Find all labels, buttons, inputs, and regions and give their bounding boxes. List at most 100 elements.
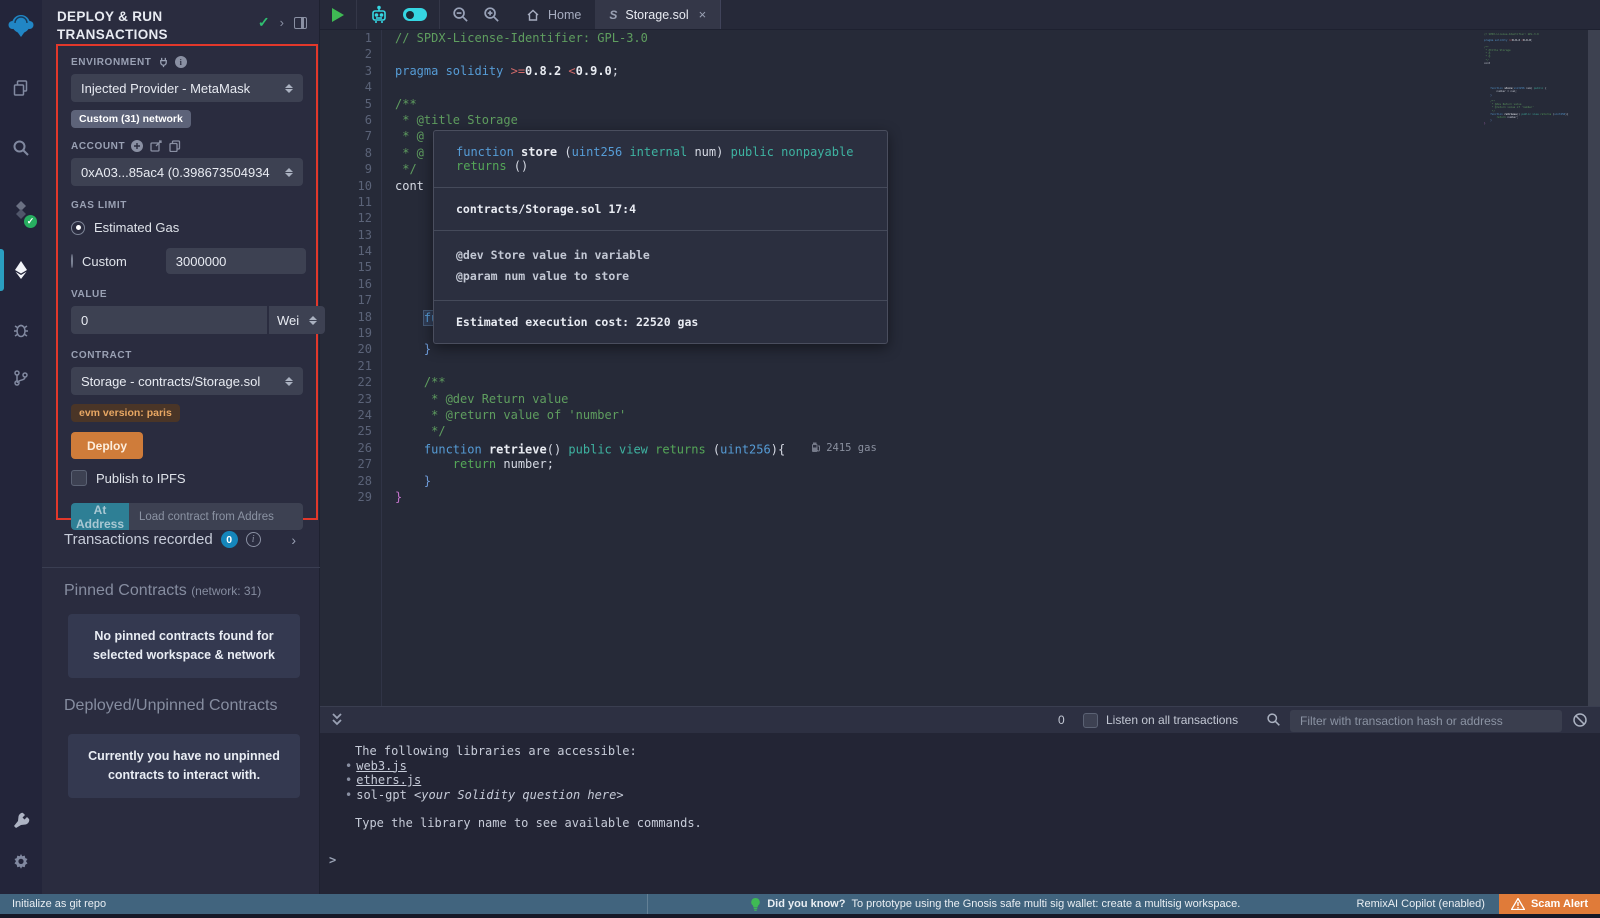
- chevron-updown-icon: [285, 377, 293, 386]
- code-token: ){: [771, 442, 785, 456]
- git-icon[interactable]: [0, 358, 42, 398]
- plugin-manager-icon[interactable]: [0, 800, 42, 840]
- deploy-button[interactable]: Deploy: [71, 432, 143, 459]
- code-line[interactable]: 3pragma solidity >=0.8.2 <0.9.0;: [395, 63, 1586, 79]
- code-line[interactable]: 21: [395, 358, 1586, 374]
- function-hover-tooltip: function store (uint256 internal num) pu…: [433, 130, 888, 344]
- line-number: 25: [320, 423, 372, 439]
- solidity-compiler-icon[interactable]: ✓: [0, 190, 42, 230]
- ai-copilot-toggle[interactable]: [403, 8, 427, 21]
- custom-gas-input[interactable]: [166, 248, 306, 274]
- code-token: returns: [1540, 113, 1551, 116]
- environment-info-icon[interactable]: i: [175, 56, 187, 68]
- code-line[interactable]: 23 * @dev Return value: [395, 391, 1586, 407]
- terminal-filter-input[interactable]: [1290, 710, 1562, 732]
- run-script-icon[interactable]: [332, 8, 344, 22]
- line-number: 9: [320, 161, 372, 177]
- line-number: 4: [320, 79, 372, 95]
- plug-icon[interactable]: [158, 57, 169, 68]
- clear-terminal-icon[interactable]: [1572, 712, 1588, 733]
- code-token: internal: [629, 145, 687, 159]
- close-tab-icon[interactable]: ×: [699, 7, 707, 22]
- estimated-gas-option[interactable]: Estimated Gas: [71, 220, 303, 235]
- listen-all-checkbox[interactable]: [1083, 713, 1098, 728]
- library-link[interactable]: web3.js: [356, 759, 407, 773]
- terminal-collapse-icon[interactable]: [330, 712, 344, 733]
- zoom-out-icon[interactable]: [452, 6, 469, 23]
- code-token: pragma solidity: [1484, 39, 1509, 42]
- ai-robot-icon[interactable]: [369, 5, 389, 25]
- estimated-gas-radio[interactable]: [71, 221, 85, 235]
- environment-label: ENVIRONMENT i: [71, 56, 303, 68]
- settings-icon[interactable]: [0, 842, 42, 882]
- scam-alert-button[interactable]: Scam Alert: [1499, 894, 1600, 914]
- search-icon[interactable]: [0, 128, 42, 168]
- editor-scrollbar[interactable]: [1588, 30, 1600, 706]
- code-token: (): [507, 159, 529, 173]
- code-token: (): [547, 442, 569, 456]
- terminal-search-icon[interactable]: [1266, 712, 1281, 732]
- line-number: 8: [320, 145, 372, 161]
- pinned-contracts-empty: No pinned contracts found for selected w…: [68, 614, 300, 678]
- contract-select[interactable]: Storage - contracts/Storage.sol: [71, 367, 303, 395]
- environment-select[interactable]: Injected Provider - MetaMask: [71, 74, 303, 102]
- library-link[interactable]: ethers.js: [356, 773, 421, 787]
- code-line[interactable]: 6 * @title Storage: [395, 112, 1586, 128]
- custom-gas-option[interactable]: Custom: [71, 248, 303, 274]
- custom-gas-radio[interactable]: [71, 254, 73, 268]
- code-token: [395, 442, 424, 456]
- code-line[interactable]: 28 }: [395, 473, 1586, 489]
- code-token: */: [395, 424, 446, 438]
- editor-area: Home S Storage.sol × 1// SPDX-License-Id…: [320, 0, 1600, 894]
- add-account-icon[interactable]: [131, 140, 143, 152]
- zoom-in-icon[interactable]: [483, 6, 500, 23]
- terminal-output[interactable]: The following libraries are accessible: •…: [320, 733, 1600, 894]
- account-label: ACCOUNT: [71, 140, 303, 152]
- value-unit-select[interactable]: Wei: [269, 306, 325, 334]
- chevron-updown-icon: [285, 84, 293, 93]
- active-plugin-indicator: [0, 249, 4, 291]
- debugger-icon[interactable]: [0, 310, 42, 350]
- publish-ipfs-checkbox[interactable]: [71, 470, 87, 486]
- panel-layout-icon[interactable]: [294, 17, 307, 29]
- code-line[interactable]: 24 * @return value of 'number': [395, 407, 1586, 423]
- at-address-input[interactable]: [129, 503, 303, 530]
- chevron-right-icon[interactable]: ›: [280, 15, 284, 30]
- publish-ipfs-row[interactable]: Publish to IPFS: [71, 470, 303, 486]
- deploy-run-icon[interactable]: [0, 250, 42, 290]
- gas-estimate-annotation: 2415 gas: [811, 440, 877, 456]
- terminal-text-row: The following libraries are accessible:: [320, 745, 1600, 759]
- value-input[interactable]: [71, 306, 267, 334]
- terminal-text-row: •sol-gpt <your Solidity question here>: [320, 789, 1600, 803]
- code-line[interactable]: 27 return number;: [395, 456, 1586, 472]
- line-number: 18: [320, 309, 372, 325]
- code-line[interactable]: 29}: [395, 489, 1586, 505]
- code-editor[interactable]: 1// SPDX-License-Identifier: GPL-3.023pr…: [320, 30, 1600, 706]
- at-address-button[interactable]: At Address: [71, 503, 129, 530]
- contract-label: CONTRACT: [71, 350, 303, 361]
- tab-storage-sol[interactable]: S Storage.sol ×: [595, 0, 721, 29]
- line-number: 10: [320, 178, 372, 194]
- copy-account-icon[interactable]: [169, 140, 181, 152]
- transactions-expand-icon[interactable]: ›: [291, 532, 296, 548]
- code-line[interactable]: 22 /**: [395, 374, 1586, 390]
- code-line[interactable]: 4: [395, 79, 1586, 95]
- line-number: 26: [320, 440, 372, 456]
- code-token: number;: [1506, 116, 1519, 119]
- terminal-prompt[interactable]: >: [329, 853, 336, 867]
- transactions-info-icon[interactable]: i: [246, 532, 261, 547]
- git-init-button[interactable]: Initialize as git repo: [0, 894, 648, 914]
- tab-home[interactable]: Home: [512, 0, 595, 29]
- code-token: <: [568, 64, 575, 78]
- edit-account-icon[interactable]: [150, 140, 162, 152]
- account-select[interactable]: 0xA03...85ac4 (0.398673504934: [71, 158, 303, 186]
- copilot-status[interactable]: RemixAI Copilot (enabled): [1343, 898, 1499, 910]
- file-explorer-icon[interactable]: [0, 68, 42, 108]
- code-line[interactable]: 25 */: [395, 423, 1586, 439]
- editor-minimap[interactable]: // SPDX-License-Identifier: GPL-3.0pragm…: [1484, 33, 1580, 213]
- code-line[interactable]: 5/**: [395, 96, 1586, 112]
- code-line[interactable]: 1// SPDX-License-Identifier: GPL-3.0: [395, 30, 1586, 46]
- code-line[interactable]: 2: [395, 46, 1586, 62]
- remix-logo-icon[interactable]: [0, 8, 42, 44]
- code-line[interactable]: 26 function retrieve() public view retur…: [395, 440, 1586, 456]
